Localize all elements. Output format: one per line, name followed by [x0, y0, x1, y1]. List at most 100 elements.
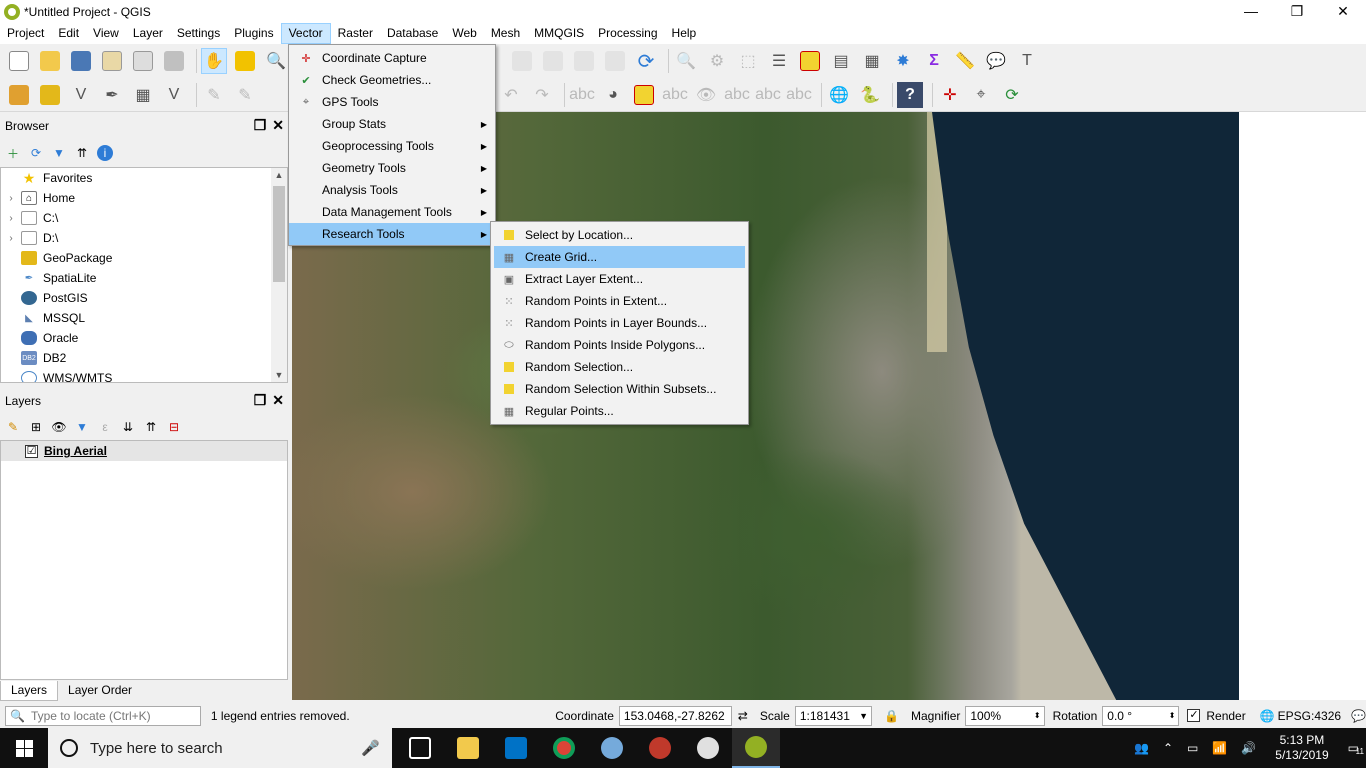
- close-panel-icon[interactable]: ✕: [272, 117, 284, 134]
- pan-map-icon[interactable]: ✋: [201, 48, 227, 74]
- map-tips-icon[interactable]: 💬: [983, 48, 1009, 74]
- scale-combo[interactable]: 1:181431 ▼: [794, 705, 873, 726]
- messages-icon[interactable]: 💬: [1351, 709, 1366, 723]
- menu-settings[interactable]: Settings: [170, 23, 227, 44]
- new-geopackage-icon[interactable]: [37, 82, 63, 108]
- rotation-spinbox[interactable]: 0.0 ° ⬍: [1102, 705, 1180, 726]
- locator-input[interactable]: 🔍 Type to locate (Ctrl+K): [5, 705, 201, 726]
- battery-icon[interactable]: ▭: [1187, 741, 1198, 755]
- tree-item[interactable]: › D:\: [1, 228, 287, 248]
- tree-item[interactable]: › ⌂ Home: [1, 188, 287, 208]
- text-annotation-icon[interactable]: T: [1014, 48, 1040, 74]
- tree-item[interactable]: › C:\: [1, 208, 287, 228]
- tab-layer-order[interactable]: Layer Order: [58, 681, 142, 701]
- menu-item-gps-tools[interactable]: ⌖ GPS Tools: [289, 91, 495, 113]
- add-vector-icon[interactable]: V: [68, 82, 94, 108]
- select-features-icon[interactable]: ⬚: [735, 48, 761, 74]
- extents-toggle-icon[interactable]: ⇄: [738, 709, 748, 723]
- menu-item-select-by-location[interactable]: Select by Location...: [494, 224, 745, 246]
- measure-icon[interactable]: 📏: [952, 48, 978, 74]
- style-manager-icon[interactable]: [161, 48, 187, 74]
- zoom-in-icon[interactable]: 🔍: [263, 48, 289, 74]
- menu-database[interactable]: Database: [380, 23, 445, 44]
- menu-plugins[interactable]: Plugins: [227, 23, 280, 44]
- expand-all-icon[interactable]: ⇊: [120, 419, 136, 435]
- menu-help[interactable]: Help: [665, 23, 704, 44]
- field-calculator-icon[interactable]: ▦: [859, 48, 885, 74]
- attribute-table-icon[interactable]: ☰: [766, 48, 792, 74]
- open-project-icon[interactable]: [37, 48, 63, 74]
- qgis-taskbar-icon[interactable]: [732, 728, 780, 768]
- run-action-icon[interactable]: ⚙: [704, 48, 730, 74]
- coordinate-capture-icon[interactable]: ✛: [937, 82, 963, 108]
- tree-item[interactable]: GeoPackage: [1, 248, 287, 268]
- add-delimited-text-icon[interactable]: ✒: [99, 82, 125, 108]
- menu-item-extract-layer-extent[interactable]: ▣ Extract Layer Extent...: [494, 268, 745, 290]
- data-source-manager-icon[interactable]: [6, 82, 32, 108]
- menu-item-analysis-tools[interactable]: Analysis Tools ▶: [289, 179, 495, 201]
- paint-icon[interactable]: [684, 728, 732, 768]
- add-raster-icon[interactable]: ▦: [130, 82, 156, 108]
- gis-app-icon[interactable]: [636, 728, 684, 768]
- label-icon[interactable]: abc: [569, 82, 595, 108]
- current-edits-icon[interactable]: ✎: [232, 82, 258, 108]
- move-label-icon[interactable]: abc: [724, 82, 750, 108]
- gps-icon[interactable]: ⌖: [968, 82, 994, 108]
- magnifier-spinbox[interactable]: 100% ⬍: [965, 705, 1045, 726]
- processing-toolbox-icon[interactable]: ✸: [890, 48, 916, 74]
- tab-layers[interactable]: Layers: [0, 681, 59, 701]
- scroll-up-icon[interactable]: ▲: [271, 170, 287, 180]
- tree-item[interactable]: Oracle: [1, 328, 287, 348]
- new-print-layout-icon[interactable]: [99, 48, 125, 74]
- crs-button[interactable]: EPSG:4326: [1278, 709, 1341, 723]
- toggle-editing-icon[interactable]: ✎: [201, 82, 227, 108]
- filter-expression-icon[interactable]: ε: [97, 419, 113, 435]
- menu-vector[interactable]: Vector: [280, 23, 331, 44]
- menu-item-random-points-bounds[interactable]: ⁙ Random Points in Layer Bounds...: [494, 312, 745, 334]
- chevron-right-icon[interactable]: ›: [1, 213, 21, 224]
- open-layer-styling-icon[interactable]: ✎: [5, 419, 21, 435]
- notifications-icon[interactable]: ▭ 11: [1348, 741, 1364, 756]
- refresh-icon[interactable]: ⟳: [633, 48, 659, 74]
- label-highlight-icon[interactable]: [631, 82, 657, 108]
- close-button[interactable]: ✕: [1320, 0, 1366, 23]
- show-labels-icon[interactable]: 👁: [693, 82, 719, 108]
- microphone-icon[interactable]: 🎤: [361, 739, 380, 757]
- refresh-browser-icon[interactable]: ⟳: [28, 145, 44, 161]
- coordinate-field[interactable]: 153.0468,-27.8262: [618, 705, 732, 726]
- chevron-up-icon[interactable]: ⌃: [1163, 741, 1173, 755]
- float-panel-icon[interactable]: ❐: [254, 117, 267, 134]
- layout-manager-icon[interactable]: [130, 48, 156, 74]
- menu-item-regular-points[interactable]: ▦ Regular Points...: [494, 400, 745, 422]
- menu-item-create-grid[interactable]: ▦ Create Grid...: [494, 246, 745, 268]
- float-panel-icon[interactable]: ❐: [254, 392, 267, 409]
- quickmapservices-icon[interactable]: 🌐: [826, 82, 852, 108]
- save-project-icon[interactable]: [68, 48, 94, 74]
- minimize-button[interactable]: —: [1228, 0, 1274, 23]
- properties-icon[interactable]: i: [97, 145, 113, 161]
- statistics-icon[interactable]: Σ: [921, 48, 947, 74]
- menu-item-random-selection-subsets[interactable]: Random Selection Within Subsets...: [494, 378, 745, 400]
- wifi-icon[interactable]: 📶: [1212, 741, 1227, 755]
- tree-item[interactable]: PostGIS: [1, 288, 287, 308]
- tree-item[interactable]: WMS/WMTS: [1, 368, 287, 382]
- layer-item[interactable]: ☑ Bing Aerial: [1, 441, 287, 461]
- chevron-right-icon[interactable]: ›: [1, 233, 21, 244]
- tree-item[interactable]: ✒ SpatiaLite: [1, 268, 287, 288]
- tree-item[interactable]: ★ Favorites: [1, 168, 287, 188]
- clock[interactable]: 5:13 PM 5/13/2019: [1275, 733, 1328, 763]
- lock-scale-icon[interactable]: 🔒: [884, 709, 899, 723]
- scroll-down-icon[interactable]: ▼: [271, 370, 287, 380]
- manage-visibility-icon[interactable]: 👁: [51, 419, 67, 435]
- menu-layer[interactable]: Layer: [126, 23, 170, 44]
- menu-item-group-stats[interactable]: Group Stats ▶: [289, 113, 495, 135]
- filter-browser-icon[interactable]: ▼: [51, 145, 67, 161]
- crs-globe-icon[interactable]: 🌐: [1260, 709, 1275, 723]
- add-selected-layers-icon[interactable]: ＋: [5, 145, 21, 161]
- menu-edit[interactable]: Edit: [51, 23, 86, 44]
- menu-item-data-management-tools[interactable]: Data Management Tools ▶: [289, 201, 495, 223]
- start-button[interactable]: [0, 728, 48, 768]
- rotate-label-icon[interactable]: abc: [755, 82, 781, 108]
- menu-mmqgis[interactable]: MMQGIS: [527, 23, 591, 44]
- pan-to-selection-icon[interactable]: [232, 48, 258, 74]
